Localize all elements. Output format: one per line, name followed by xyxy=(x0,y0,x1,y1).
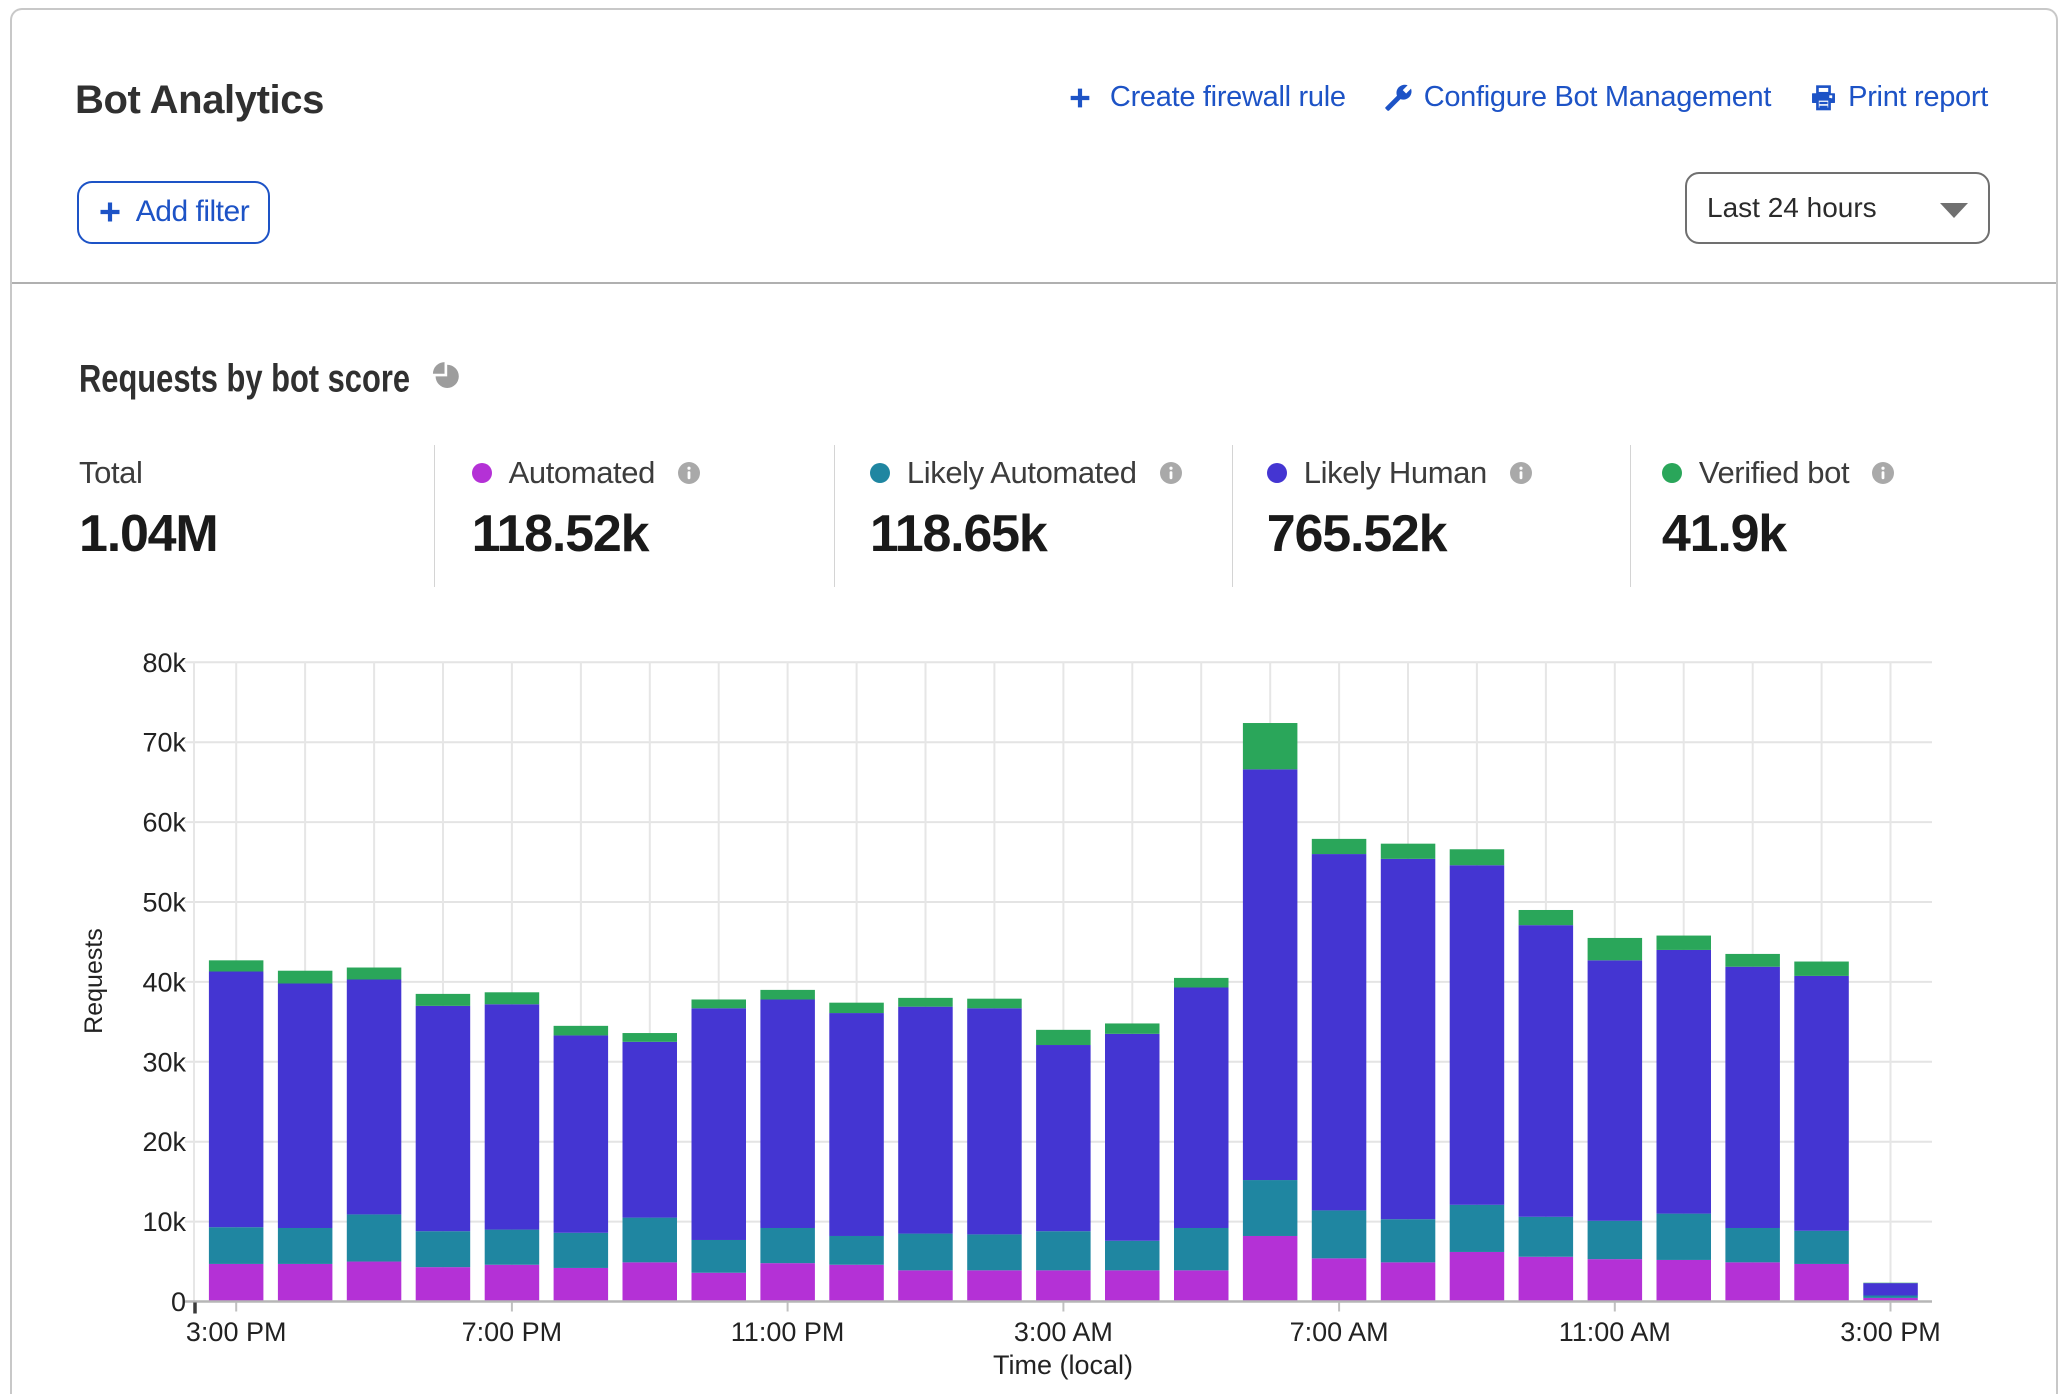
svg-text:Requests: Requests xyxy=(80,928,108,1034)
svg-text:50k: 50k xyxy=(142,888,186,918)
svg-text:80k: 80k xyxy=(142,648,186,678)
svg-text:40k: 40k xyxy=(142,967,186,997)
svg-text:3:00 PM: 3:00 PM xyxy=(186,1317,287,1347)
svg-text:60k: 60k xyxy=(142,808,186,838)
svg-text:0: 0 xyxy=(171,1287,186,1317)
svg-text:3:00 AM: 3:00 AM xyxy=(1014,1317,1113,1347)
svg-text:3:00 PM: 3:00 PM xyxy=(1840,1317,1941,1347)
svg-text:7:00 AM: 7:00 AM xyxy=(1290,1317,1389,1347)
svg-text:11:00 AM: 11:00 AM xyxy=(1559,1317,1671,1347)
svg-text:10k: 10k xyxy=(142,1207,186,1237)
svg-text:Time (local): Time (local) xyxy=(993,1350,1133,1380)
svg-text:20k: 20k xyxy=(142,1127,186,1157)
svg-text:11:00 PM: 11:00 PM xyxy=(731,1317,845,1347)
svg-text:30k: 30k xyxy=(142,1047,186,1077)
svg-text:7:00 PM: 7:00 PM xyxy=(462,1317,563,1347)
svg-text:70k: 70k xyxy=(142,728,186,758)
